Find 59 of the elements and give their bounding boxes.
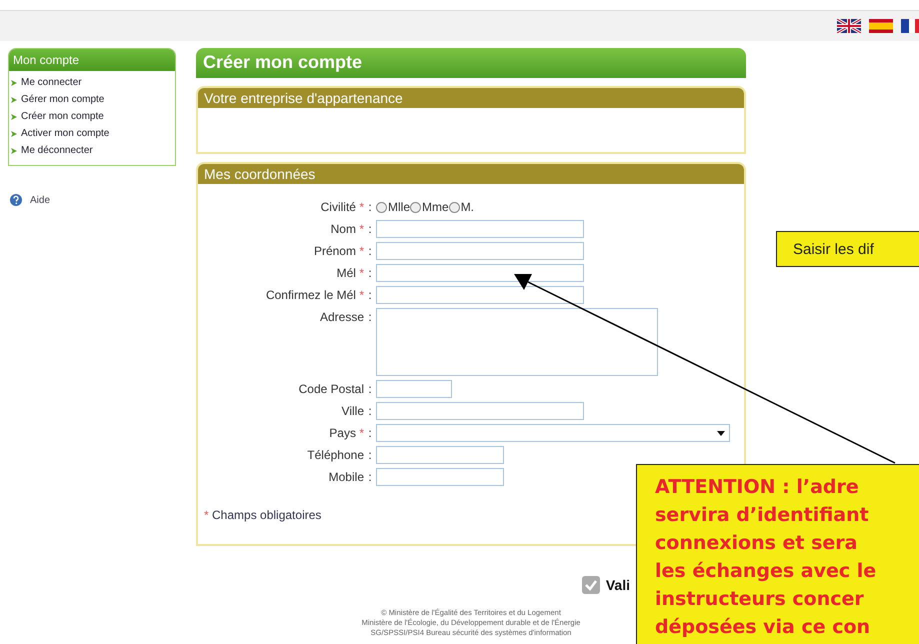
field-label: Pays * xyxy=(328,425,364,442)
field-label: Confirmez le Mél * xyxy=(264,287,364,304)
text-field[interactable] xyxy=(376,264,584,282)
field-label: Téléphone xyxy=(306,447,364,464)
sidebar-link[interactable]: Gérer mon compte xyxy=(11,91,175,108)
field-label: Mél * xyxy=(336,265,364,282)
sidebar-link[interactable]: Créer mon compte xyxy=(11,108,175,125)
colon: : xyxy=(367,469,373,486)
sidebar-title: Mon compte xyxy=(9,49,175,71)
radio-option[interactable]: Mme xyxy=(410,198,449,216)
callout-note: ATTENTION : l’adre servira d’identifiant connexions et sera les échanges avec le instructeurs concer déposées via ce con xyxy=(636,464,919,644)
radio-option[interactable]: Mlle xyxy=(376,198,410,216)
sidebar-link[interactable]: Me connecter xyxy=(11,74,175,91)
bullet-icon xyxy=(11,148,17,154)
colon: : xyxy=(367,425,373,442)
page-title: Créer mon compte xyxy=(196,48,746,78)
section-title: Mes coordonnées xyxy=(198,164,744,184)
colon: : xyxy=(367,381,373,398)
flag-icon[interactable] xyxy=(837,19,861,33)
field-label: Civilité * xyxy=(320,199,364,216)
bullet-icon xyxy=(11,130,17,136)
text-field[interactable] xyxy=(376,446,504,464)
callout-note: Saisir les dif xyxy=(776,231,919,267)
sidebar-link[interactable]: Activer mon compte xyxy=(11,125,175,142)
bullet-icon xyxy=(11,96,17,102)
colon: : xyxy=(367,309,373,326)
country-select[interactable] xyxy=(376,424,730,442)
field-label: Nom * xyxy=(330,221,364,238)
help-link[interactable]: Aide xyxy=(30,194,50,206)
field-label: Prénom * xyxy=(312,243,364,260)
field-label: Mobile xyxy=(328,469,364,486)
colon: : xyxy=(367,221,373,238)
bullet-icon xyxy=(11,80,17,86)
colon: : xyxy=(367,265,373,282)
colon: : xyxy=(367,447,373,464)
radio-option[interactable]: M. xyxy=(448,198,474,216)
text-field[interactable] xyxy=(376,468,504,486)
sidebar-link[interactable]: Me déconnecter xyxy=(11,142,175,159)
checkmark-icon xyxy=(582,576,600,594)
colon: : xyxy=(367,199,373,216)
bullet-icon xyxy=(11,114,17,120)
field-label: Code Postal xyxy=(298,381,364,398)
validate-button[interactable]: Vali xyxy=(582,576,630,594)
colon: : xyxy=(367,287,373,304)
address-field[interactable] xyxy=(376,308,658,376)
text-field[interactable] xyxy=(376,402,584,420)
field-label: Adresse xyxy=(318,309,364,326)
flag-icon[interactable] xyxy=(901,19,919,33)
text-field[interactable] xyxy=(376,220,584,238)
colon: : xyxy=(367,403,373,420)
section-title: Votre entreprise d'appartenance xyxy=(198,88,744,108)
help-icon[interactable] xyxy=(10,194,22,206)
field-label: Ville xyxy=(340,403,364,420)
text-field[interactable] xyxy=(376,286,584,304)
colon: : xyxy=(367,243,373,260)
required-note: * Champs obligatoires xyxy=(204,508,322,522)
text-field[interactable] xyxy=(376,242,584,260)
text-field[interactable] xyxy=(376,380,452,398)
caret-icon xyxy=(717,430,725,436)
